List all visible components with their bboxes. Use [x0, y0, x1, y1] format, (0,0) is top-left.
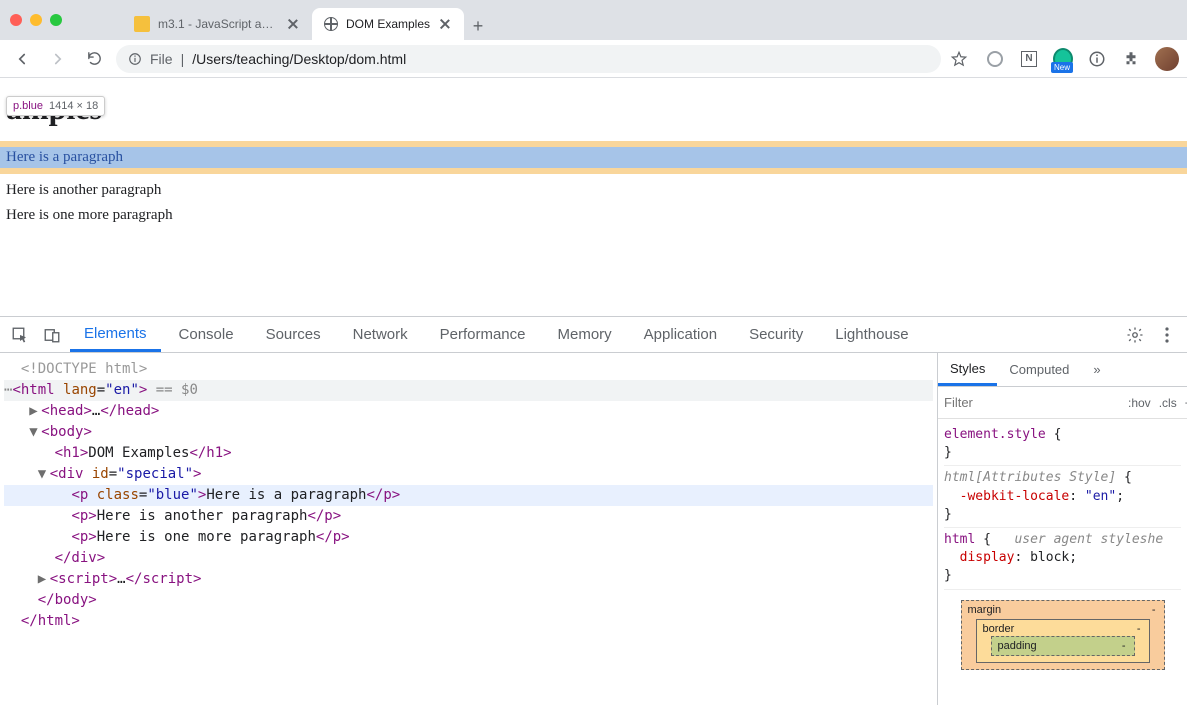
tab-console[interactable]: Console	[165, 317, 248, 352]
address-bar: File | /Users/teaching/Desktop/dom.html …	[0, 40, 1187, 78]
p-blue-element[interactable]: <p class="blue">Here is a paragraph</p>	[4, 485, 933, 506]
styles-pane: Styles Computed » :hov .cls + element.st…	[937, 353, 1187, 705]
traffic-lights	[10, 14, 62, 26]
tab-styles[interactable]: Styles	[938, 353, 997, 386]
close-window-button[interactable]	[10, 14, 22, 26]
div-close[interactable]: </div>	[4, 548, 933, 569]
star-icon[interactable]	[949, 49, 969, 69]
styles-filter-input[interactable]	[944, 395, 1120, 410]
highlight-margin: Here is a paragraph	[0, 141, 1187, 174]
grammarly-extension-icon[interactable]: New	[1053, 49, 1073, 69]
body-element-open[interactable]: ▼<body>	[4, 422, 933, 443]
rule-html-attrs[interactable]: html[Attributes Style] { -webkit-locale:…	[944, 466, 1181, 528]
tab-security[interactable]: Security	[735, 317, 817, 352]
close-tab-icon[interactable]	[438, 17, 452, 31]
tab-performance[interactable]: Performance	[426, 317, 540, 352]
div-special-open[interactable]: ▼<div id="special">	[4, 464, 933, 485]
settings-gear-icon[interactable]	[1121, 321, 1149, 349]
device-toggle-icon[interactable]	[38, 321, 66, 349]
html-close[interactable]: </html>	[4, 611, 933, 632]
inspect-element-icon[interactable]	[6, 321, 34, 349]
rule-element-style[interactable]: element.style {}	[944, 423, 1181, 466]
p2-element[interactable]: <p>Here is another paragraph</p>	[4, 506, 933, 527]
tab-more[interactable]: »	[1081, 353, 1112, 386]
box-model-margin: margin - border - padding -	[961, 600, 1165, 670]
close-tab-icon[interactable]	[286, 17, 300, 31]
reload-button[interactable]	[80, 45, 108, 73]
devtools-panel: Elements Console Sources Network Perform…	[0, 316, 1187, 705]
tab-dom-examples[interactable]: DOM Examples	[312, 8, 464, 40]
url-path: /Users/teaching/Desktop/dom.html	[192, 51, 406, 67]
url-scheme: File	[150, 51, 173, 67]
tab-computed[interactable]: Computed	[997, 353, 1081, 386]
styles-rules[interactable]: element.style {} html[Attributes Style] …	[938, 419, 1187, 705]
paragraph-3: Here is one more paragraph	[6, 207, 1181, 224]
page-heading: amples	[6, 90, 1187, 127]
globe-icon	[324, 17, 338, 31]
styles-tabs: Styles Computed »	[938, 353, 1187, 387]
cls-toggle[interactable]: .cls	[1159, 396, 1177, 410]
box-model-border: border - padding -	[976, 619, 1150, 663]
tab-elements[interactable]: Elements	[70, 317, 161, 352]
paragraph-blue: Here is a paragraph	[6, 149, 1181, 166]
profile-avatar[interactable]	[1155, 47, 1179, 71]
extensions-puzzle-icon[interactable]	[1121, 49, 1141, 69]
h1-element[interactable]: <h1>DOM Examples</h1>	[4, 443, 933, 464]
inspect-tooltip: p.blue 1414 × 18	[6, 96, 105, 116]
devtools-body: <!DOCTYPE html> ⋯<html lang="en"> == $0 …	[0, 353, 1187, 705]
browser-tabs: m3.1 - JavaScript and the DOM DOM Exampl…	[122, 0, 492, 40]
minimize-window-button[interactable]	[30, 14, 42, 26]
tooltip-selector: p.blue	[13, 100, 43, 112]
tab-application[interactable]: Application	[630, 317, 731, 352]
tab-title: DOM Examples	[346, 17, 430, 31]
info-icon	[128, 52, 142, 66]
devtools-tabbar: Elements Console Sources Network Perform…	[0, 317, 1187, 353]
html-element[interactable]: ⋯<html lang="en"> == $0	[4, 380, 933, 401]
new-tab-button[interactable]: +	[464, 12, 492, 40]
hov-toggle[interactable]: :hov	[1128, 396, 1151, 410]
back-button[interactable]	[8, 45, 36, 73]
head-element[interactable]: ▶<head>…</head>	[4, 401, 933, 422]
maximize-window-button[interactable]	[50, 14, 62, 26]
doctype-line[interactable]: <!DOCTYPE html>	[4, 359, 933, 380]
script-element[interactable]: ▶<script>…</script>	[4, 569, 933, 590]
notion-icon[interactable]: N	[1019, 49, 1039, 69]
body-close[interactable]: </body>	[4, 590, 933, 611]
slides-icon	[134, 16, 150, 32]
elements-tree[interactable]: <!DOCTYPE html> ⋯<html lang="en"> == $0 …	[0, 353, 937, 705]
paragraph-2: Here is another paragraph	[6, 182, 1181, 199]
tab-lighthouse[interactable]: Lighthouse	[821, 317, 922, 352]
info-extension-icon[interactable]	[1087, 49, 1107, 69]
styles-filter-bar: :hov .cls +	[938, 387, 1187, 419]
rule-html-ua[interactable]: html { user agent styleshe display: bloc…	[944, 528, 1181, 590]
tooltip-dimensions: 1414 × 18	[49, 100, 98, 112]
tab-memory[interactable]: Memory	[544, 317, 626, 352]
tab-title: m3.1 - JavaScript and the DOM	[158, 17, 278, 31]
highlight-content: Here is a paragraph	[0, 147, 1187, 168]
p3-element[interactable]: <p>Here is one more paragraph</p>	[4, 527, 933, 548]
url-field[interactable]: File | /Users/teaching/Desktop/dom.html	[116, 45, 941, 73]
tab-network[interactable]: Network	[339, 317, 422, 352]
tab-sources[interactable]: Sources	[252, 317, 335, 352]
forward-button[interactable]	[44, 45, 72, 73]
window-titlebar: m3.1 - JavaScript and the DOM DOM Exampl…	[0, 0, 1187, 40]
box-model-padding: padding -	[991, 636, 1135, 656]
toolbar-icons: N New	[985, 47, 1179, 71]
box-model-diagram: margin - border - padding -	[961, 600, 1165, 670]
page-viewport: p.blue 1414 × 18 amples Here is a paragr…	[0, 78, 1187, 316]
tab-slides[interactable]: m3.1 - JavaScript and the DOM	[122, 8, 312, 40]
more-menu-icon[interactable]	[1153, 321, 1181, 349]
extension-circle-icon[interactable]	[985, 49, 1005, 69]
